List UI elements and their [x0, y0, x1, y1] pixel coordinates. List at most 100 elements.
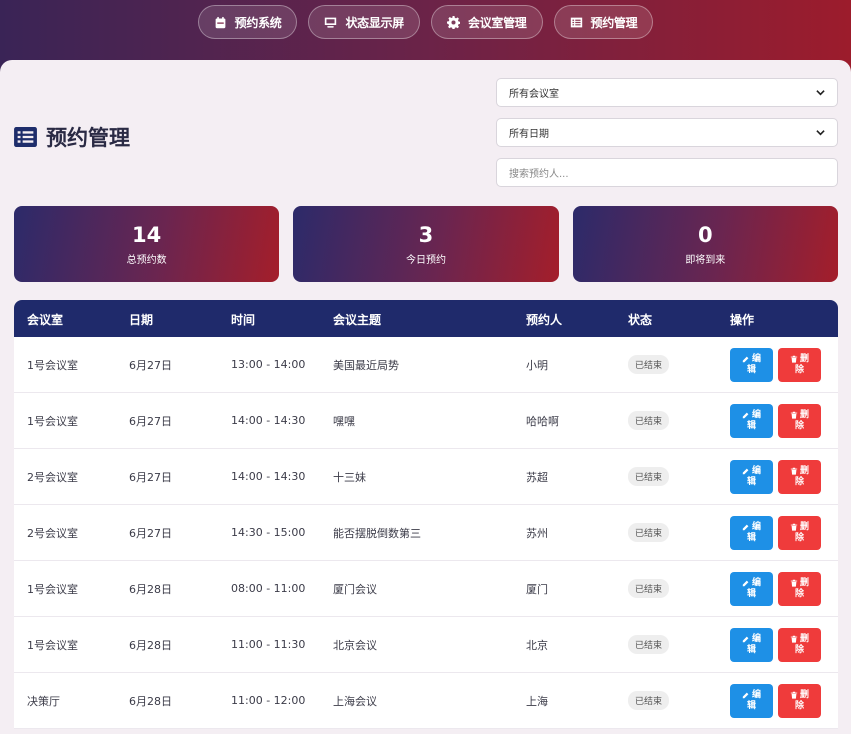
- edit-icon: [742, 691, 750, 699]
- filter-panel: 所有会议室 所有日期 搜索预约人...: [496, 78, 838, 198]
- edit-button[interactable]: 编 辑: [730, 627, 773, 662]
- table-row: 1号会议室 6月28日 08:00 - 11:00 厦门会议 厦门 已结束 编 …: [14, 561, 838, 617]
- cell-status: 已结束: [615, 635, 717, 654]
- list-icon: [570, 17, 582, 27]
- cell-time: 08:00 - 11:00: [231, 582, 306, 595]
- cell-date: 6月28日: [129, 638, 172, 652]
- calendar-icon: [215, 16, 226, 28]
- table-header: 会议室 日期 时间 会议主题 预约人 状态 操作: [14, 300, 838, 337]
- edit-icon: [742, 635, 750, 643]
- cell-user: 上海: [526, 694, 548, 708]
- cell-room: 1号会议室: [27, 582, 78, 596]
- nav-label: 预约管理: [590, 15, 638, 30]
- edit-button[interactable]: 编 辑: [730, 571, 773, 606]
- edit-button[interactable]: 编 辑: [730, 459, 773, 494]
- delete-button[interactable]: 删 除: [778, 459, 821, 494]
- table-row: 决策厅 6月28日 11:00 - 12:00 上海会议 上海 已结束 编 辑 …: [14, 673, 838, 729]
- delete-button[interactable]: 删 除: [778, 515, 821, 550]
- cell-user: 哈哈啊: [526, 414, 559, 428]
- edit-icon: [742, 523, 750, 531]
- nav-booking-management-button[interactable]: 预约管理: [553, 5, 654, 39]
- main-panel: 预约管理 所有会议室 所有日期 搜索预约人... 14 总预约数 3 今日预约 …: [0, 60, 851, 734]
- monitor-icon: [325, 17, 337, 28]
- edit-label: 编: [751, 465, 761, 476]
- cell-topic: 嘿嘿: [333, 414, 355, 428]
- status-badge: 已结束: [628, 355, 670, 374]
- delete-button[interactable]: 删 除: [778, 347, 821, 382]
- cell-date: 6月27日: [129, 526, 172, 540]
- cell-user: 小明: [526, 358, 548, 372]
- edit-icon: [742, 355, 750, 363]
- edit-button[interactable]: 编 辑: [730, 347, 773, 382]
- cell-status: 已结束: [615, 467, 717, 486]
- column-header: 状态: [628, 312, 653, 327]
- cell-status: 已结束: [615, 411, 717, 430]
- cell-time: 11:00 - 11:30: [231, 638, 306, 651]
- chevron-down-icon: [816, 130, 825, 136]
- gear-icon: [447, 15, 460, 29]
- delete-button[interactable]: 删 除: [778, 571, 821, 606]
- cell-date: 6月27日: [129, 358, 172, 372]
- delete-button[interactable]: 删 除: [778, 683, 821, 718]
- delete-label: 除: [794, 532, 804, 543]
- delete-label: 删: [799, 521, 809, 532]
- edit-button[interactable]: 编 辑: [730, 403, 773, 438]
- cell-room: 1号会议室: [27, 638, 78, 652]
- cell-user: 北京: [526, 638, 548, 652]
- cell-topic: 北京会议: [333, 638, 377, 652]
- table-body: 1号会议室 6月27日 13:00 - 14:00 美国最近局势 小明 已结束 …: [14, 337, 838, 729]
- cell-room: 决策厅: [27, 694, 60, 708]
- stats-cards: 14 总预约数 3 今日预约 0 即将到来: [14, 206, 838, 282]
- cell-actions: 编 辑 删 除: [717, 571, 838, 606]
- table-row: 2号会议室 6月27日 14:30 - 15:00 能否摆脱倒数第三 苏州 已结…: [14, 505, 838, 561]
- cell-status: 已结束: [615, 691, 717, 710]
- stat-label: 总预约数: [126, 254, 167, 266]
- cell-time: 14:00 - 14:30: [231, 414, 306, 427]
- delete-label: 除: [794, 700, 804, 711]
- delete-label: 除: [794, 420, 804, 431]
- delete-label: 删: [799, 353, 809, 364]
- status-badge: 已结束: [628, 579, 670, 598]
- cell-status: 已结束: [615, 355, 717, 374]
- status-badge: 已结束: [628, 523, 670, 542]
- delete-button[interactable]: 删 除: [778, 627, 821, 662]
- status-badge: 已结束: [628, 635, 670, 654]
- edit-label: 辑: [746, 700, 756, 711]
- edit-button[interactable]: 编 辑: [730, 515, 773, 550]
- delete-label: 删: [799, 689, 809, 700]
- date-filter-select[interactable]: 所有日期: [496, 118, 838, 147]
- edit-label: 辑: [746, 364, 756, 375]
- cell-status: 已结束: [615, 579, 717, 598]
- edit-button[interactable]: 编 辑: [730, 683, 773, 718]
- cell-topic: 十三妹: [333, 470, 366, 484]
- cell-date: 6月28日: [129, 582, 172, 596]
- cell-user: 苏超: [526, 470, 548, 484]
- stat-value: 0: [698, 222, 713, 247]
- cell-topic: 厦门会议: [333, 582, 377, 596]
- table-row: 1号会议室 6月27日 13:00 - 14:00 美国最近局势 小明 已结束 …: [14, 337, 838, 393]
- stat-label: 即将到来: [685, 254, 726, 266]
- delete-button[interactable]: 删 除: [778, 403, 821, 438]
- table-row: 1号会议室 6月28日 11:00 - 11:30 北京会议 北京 已结束 编 …: [14, 617, 838, 673]
- nav-status-display-button[interactable]: 状态显示屏: [308, 5, 420, 39]
- nav-room-management-button[interactable]: 会议室管理: [431, 5, 543, 39]
- room-filter-select[interactable]: 所有会议室: [496, 78, 838, 107]
- edit-label: 编: [751, 521, 761, 532]
- status-badge: 已结束: [628, 691, 670, 710]
- nav-label: 状态显示屏: [345, 15, 404, 30]
- cell-date: 6月28日: [129, 694, 172, 708]
- trash-icon: [790, 579, 798, 587]
- edit-icon: [742, 411, 750, 419]
- edit-label: 编: [751, 409, 761, 420]
- search-user-input[interactable]: 搜索预约人...: [496, 158, 838, 187]
- edit-label: 编: [751, 353, 761, 364]
- nav-booking-system-button[interactable]: 预约系统: [197, 5, 298, 39]
- cell-time: 14:30 - 15:00: [231, 526, 306, 539]
- cell-actions: 编 辑 删 除: [717, 459, 838, 494]
- trash-icon: [790, 635, 798, 643]
- cell-status: 已结束: [615, 523, 717, 542]
- cell-room: 1号会议室: [27, 358, 78, 372]
- edit-label: 编: [751, 633, 761, 644]
- edit-label: 辑: [746, 532, 756, 543]
- trash-icon: [790, 355, 798, 363]
